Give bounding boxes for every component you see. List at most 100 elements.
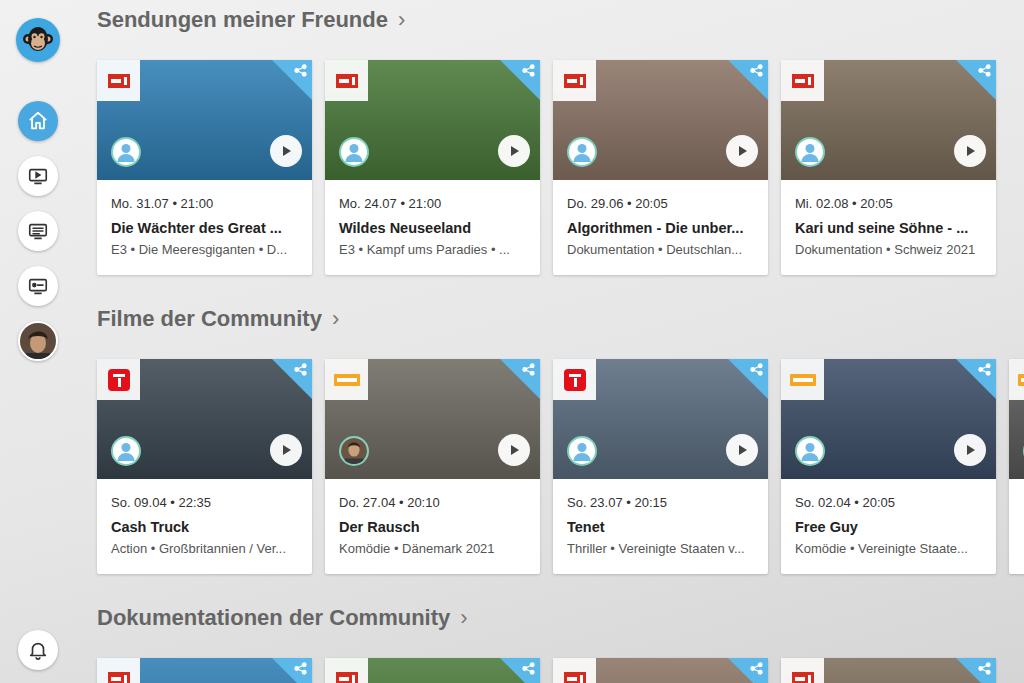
thumbnail[interactable] xyxy=(1009,359,1024,479)
show-card[interactable]: Mi. 02.08 • 20:05Kari und seine Söhne - … xyxy=(781,60,996,275)
air-date: So. 02.04 • 20:05 xyxy=(795,495,986,511)
share-icon[interactable] xyxy=(294,64,307,77)
show-card[interactable]: So. 23.07 • 20:15TenetThriller • Vereini… xyxy=(553,359,768,574)
card-info: Mo. 24.07 • 21:00Wildes NeuseelandE3 • K… xyxy=(325,180,540,275)
thumbnail[interactable] xyxy=(553,359,768,479)
thumbnail[interactable] xyxy=(97,658,312,683)
thumbnail[interactable] xyxy=(325,359,540,479)
share-icon[interactable] xyxy=(978,662,991,675)
friend-avatar-icon[interactable] xyxy=(111,137,141,167)
friend-avatar-icon[interactable] xyxy=(339,137,369,167)
play-button[interactable] xyxy=(498,434,530,466)
thumbnail[interactable] xyxy=(781,359,996,479)
share-icon[interactable] xyxy=(750,662,763,675)
play-button[interactable] xyxy=(498,135,530,167)
thumbnail[interactable] xyxy=(325,60,540,180)
share-icon[interactable] xyxy=(750,64,763,77)
show-card[interactable] xyxy=(97,658,312,683)
channel-logo-icon xyxy=(1009,359,1024,400)
friend-avatar-icon[interactable] xyxy=(567,436,597,466)
show-details: Action • Großbritannien / Ver... xyxy=(111,541,302,557)
profile-button[interactable] xyxy=(18,321,58,361)
home-button[interactable] xyxy=(18,101,58,141)
content-shelf: Dokumentationen der Community › xyxy=(97,598,1024,683)
show-card[interactable]: So. 09.04 • 22:35Cash TruckAction • Groß… xyxy=(97,359,312,574)
app-shell: Sendungen meiner Freunde › Mo. 31.07 • 21:… xyxy=(0,0,1024,683)
show-details: Thriller • Vereinigte Staaten v... xyxy=(567,541,758,557)
shelf-title[interactable]: Filme der Community xyxy=(97,305,322,333)
shelf-heading[interactable]: Dokumentationen der Community › xyxy=(97,598,1024,632)
notifications-button[interactable] xyxy=(18,630,58,670)
show-card[interactable] xyxy=(1009,359,1024,574)
chevron-icon[interactable]: › xyxy=(460,604,467,632)
monkey-logo-icon[interactable] xyxy=(16,18,60,62)
share-icon[interactable] xyxy=(978,64,991,77)
share-corner xyxy=(500,658,540,683)
show-card[interactable] xyxy=(325,658,540,683)
show-title: Wildes Neuseeland xyxy=(339,219,530,237)
card-info: Mi. 02.08 • 20:05Kari und seine Söhne - … xyxy=(781,180,996,275)
channel-logo-icon xyxy=(553,658,596,683)
main-content: Sendungen meiner Freunde › Mo. 31.07 • 21:… xyxy=(75,0,1024,683)
thumbnail[interactable] xyxy=(325,658,540,683)
show-card[interactable] xyxy=(553,658,768,683)
friend-avatar-icon[interactable] xyxy=(1023,436,1024,466)
friend-avatar-icon[interactable] xyxy=(339,436,369,466)
play-button[interactable] xyxy=(270,434,302,466)
play-icon xyxy=(279,443,293,457)
share-icon[interactable] xyxy=(522,662,535,675)
show-card[interactable] xyxy=(781,658,996,683)
show-details: Komödie • Dänemark 2021 xyxy=(339,541,530,557)
share-icon[interactable] xyxy=(750,363,763,376)
share-icon[interactable] xyxy=(294,363,307,376)
thumbnail[interactable] xyxy=(781,658,996,683)
play-button[interactable] xyxy=(726,135,758,167)
show-title: Tenet xyxy=(567,518,758,536)
recordings-button[interactable] xyxy=(18,266,58,306)
card-row: Mo. 31.07 • 21:00 Die Wächter des Great .… xyxy=(97,60,1024,275)
friend-avatar-icon[interactable] xyxy=(567,137,597,167)
play-button[interactable] xyxy=(954,135,986,167)
play-button[interactable] xyxy=(270,135,302,167)
show-title: Algorithmen - Die unber... xyxy=(567,219,758,237)
show-card[interactable]: Do. 29.06 • 20:05Algorithmen - Die unber… xyxy=(553,60,768,275)
thumbnail[interactable] xyxy=(553,60,768,180)
channel-logo-icon xyxy=(325,60,368,101)
thumbnail[interactable] xyxy=(97,60,312,180)
share-icon[interactable] xyxy=(522,64,535,77)
share-icon[interactable] xyxy=(522,363,535,376)
friend-avatar-icon[interactable] xyxy=(795,436,825,466)
shelf-title[interactable]: Dokumentationen der Community xyxy=(97,604,450,632)
friend-avatar-icon[interactable] xyxy=(795,137,825,167)
tv-button[interactable] xyxy=(18,156,58,196)
show-card[interactable]: Mo. 24.07 • 21:00Wildes NeuseelandE3 • K… xyxy=(325,60,540,275)
tv-icon xyxy=(27,165,49,187)
shelf-heading[interactable]: Sendungen meiner Freunde › xyxy=(97,0,1024,34)
shelf-heading[interactable]: Filme der Community › xyxy=(97,299,1024,333)
home-icon xyxy=(27,110,49,132)
air-date: Mo. 31.07 • 21:00 xyxy=(111,196,302,212)
channel-logo-icon xyxy=(553,60,596,101)
guide-button[interactable] xyxy=(18,211,58,251)
chevron-icon[interactable]: › xyxy=(398,6,405,34)
card-info: So. 23.07 • 20:15TenetThriller • Vereini… xyxy=(553,479,768,574)
shelf-title[interactable]: Sendungen meiner Freunde xyxy=(97,6,388,34)
play-button[interactable] xyxy=(726,434,758,466)
share-icon[interactable] xyxy=(294,662,307,675)
show-card[interactable]: Mo. 31.07 • 21:00 Die Wächter des Great .… xyxy=(97,60,312,275)
show-card[interactable]: So. 02.04 • 20:05Free GuyKomödie • Verei… xyxy=(781,359,996,574)
show-details: Dokumentation • Deutschlan... xyxy=(567,242,758,258)
show-title: Die Wächter des Great ... xyxy=(111,219,302,237)
thumbnail[interactable] xyxy=(553,658,768,683)
play-button[interactable] xyxy=(954,434,986,466)
show-card[interactable]: Do. 27.04 • 20:10Der RauschKomödie • Dän… xyxy=(325,359,540,574)
friend-avatar-icon[interactable] xyxy=(111,436,141,466)
channel-logo-icon xyxy=(97,658,140,683)
show-details: E3 • Kampf ums Paradies • ... xyxy=(339,242,530,258)
share-icon[interactable] xyxy=(978,363,991,376)
thumbnail[interactable] xyxy=(781,60,996,180)
channel-logo-icon xyxy=(781,60,824,101)
chevron-icon[interactable]: › xyxy=(332,305,339,333)
thumbnail[interactable] xyxy=(97,359,312,479)
play-icon xyxy=(279,144,293,158)
